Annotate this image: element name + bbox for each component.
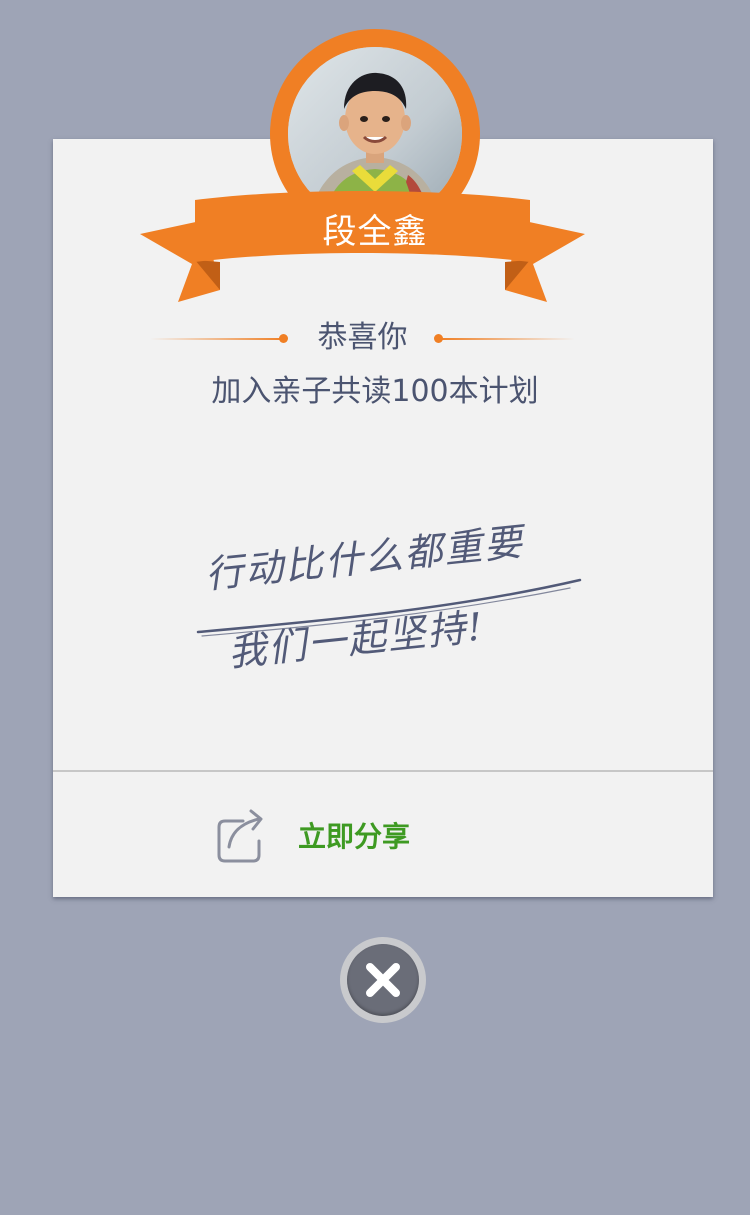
share-label: 立即分享 <box>298 820 411 853</box>
handwritten-motto: 行动比什么都重要 我们一起坚持! <box>190 520 590 700</box>
share-icon <box>217 809 263 863</box>
student-name: 段全鑫 <box>322 212 428 252</box>
close-button[interactable] <box>340 937 426 1023</box>
divider-right <box>440 338 575 340</box>
share-button[interactable]: 立即分享 <box>200 790 460 880</box>
footer-divider <box>53 770 713 772</box>
close-icon <box>347 944 419 1016</box>
dot-left <box>279 334 288 343</box>
plan-subtitle: 加入亲子共读100本计划 <box>211 374 539 409</box>
congrats-text: 恭喜你 <box>317 320 408 355</box>
divider-left <box>150 338 285 340</box>
congrats-heading: 恭喜你 <box>150 318 600 358</box>
